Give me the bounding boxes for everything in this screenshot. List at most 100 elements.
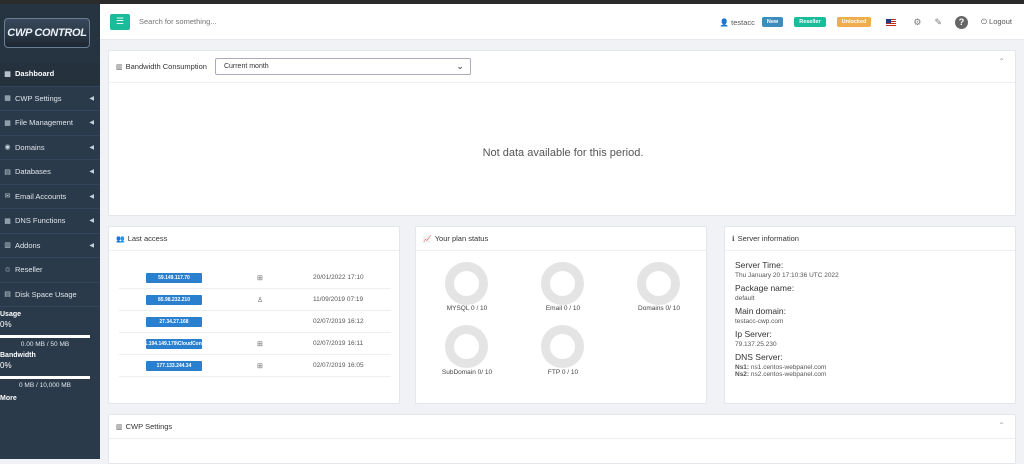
menu-toggle-button[interactable]: ☰ <box>110 13 130 30</box>
logo-badge: CWP CONTROL <box>4 18 90 48</box>
sidebar-item-databases[interactable]: ▤ Databases ◀ <box>0 160 100 185</box>
collapse-chevron-icon[interactable]: ⌃ <box>998 421 1005 430</box>
unlocked-badge[interactable]: Unlocked <box>836 17 872 27</box>
disk-usage: Usage 0% 0.00 MB / 50 MB Bandwidth 0% 0 … <box>0 311 100 402</box>
plan-status-panel: 📈 Your plan status MYSQL 0 / 10 Email 0 /… <box>415 226 707 404</box>
table-row: 27.34.27.168 02/07/2019 16:12 <box>119 311 391 333</box>
sidebar-item-label: Disk Space Usage <box>15 289 77 299</box>
panel-header: ▥ Bandwidth Consumption Current month ⌄ <box>109 51 1015 83</box>
bar-chart-icon: ▥ <box>116 423 123 431</box>
reseller-badge[interactable]: Reseller <box>794 17 826 27</box>
dns-icon: ▦ <box>4 217 11 225</box>
sidebar: CWP CONTROL ▦ Dashboard ▦ CWP Settings ◀ ▦ F… <box>0 4 100 459</box>
ns2-value: ns2.centos-webpanel.com <box>750 371 827 378</box>
ip-badge: 177.133.244.34 <box>146 360 202 371</box>
logout-link[interactable]: ⏻ Logout <box>981 17 1012 27</box>
period-select[interactable]: Current month ⌄ <box>214 58 471 75</box>
table-row: 177.133.244.34 ⊞ 02/07/2019 16:05 <box>119 355 391 377</box>
email-donut <box>541 262 584 305</box>
bandwidth-bar <box>0 376 90 379</box>
help-icon[interactable]: ? <box>955 15 969 29</box>
mysql-label: MYSQL 0 / 10 <box>446 305 488 312</box>
domains-donut <box>637 262 680 305</box>
sidebar-item-label: Domains <box>15 142 45 152</box>
more-link[interactable]: More <box>0 395 100 402</box>
server-info-panel: ℹ Server information Server Time: Thu Jan… <box>724 226 1016 404</box>
sidebar-item-disk-space-usage[interactable]: ▤ Disk Space Usage <box>0 283 100 307</box>
sidebar-item-dns-functions[interactable]: ▦ DNS Functions ◀ <box>0 209 100 234</box>
search-input[interactable] <box>139 17 389 26</box>
database-icon: ▤ <box>4 168 11 176</box>
disk-usage-percent: 0% <box>0 320 12 329</box>
caret-left-icon: ◀ <box>89 242 94 249</box>
dashboard-icon: ▦ <box>4 70 11 78</box>
hamburger-icon: ☰ <box>115 16 125 26</box>
info-icon: ℹ <box>732 235 735 243</box>
chevron-down-icon: ⌄ <box>456 61 464 71</box>
sidebar-item-label: DNS Functions <box>15 216 66 226</box>
table-row: 59.149.117.70 ⊞ 20/01/2022 17:10 <box>119 267 391 289</box>
sidebar-item-label: Reseller <box>15 265 43 275</box>
domains-label: Domains 0/ 10 <box>638 305 680 312</box>
logout-label: Logout <box>989 17 1012 26</box>
sidebar-item-label: Databases <box>15 167 51 177</box>
server-time-label: Server Time: <box>735 260 784 270</box>
bandwidth-value: 0 MB / 10,000 MB <box>18 382 72 389</box>
collapse-chevron-icon[interactable]: ⌃ <box>998 57 1005 66</box>
cwp-settings-panel: ▥ CWP Settings ⌃ <box>108 414 1016 464</box>
sidebar-item-label: Addons <box>15 240 41 250</box>
sidebar-item-email-accounts[interactable]: ✉ Email Accounts ◀ <box>0 185 100 209</box>
sidebar-item-label: File Management <box>15 118 73 128</box>
user-menu[interactable]: 👤 testacc <box>720 18 755 27</box>
bandwidth-title: Bandwidth <box>0 352 36 359</box>
sidebar-item-reseller[interactable]: ♲ Reseller <box>0 258 100 283</box>
subdomain-label: SubDomain 0/ 10 <box>441 369 493 376</box>
sidebar-item-file-management[interactable]: ▦ File Management ◀ <box>0 111 100 136</box>
sidebar-item-addons[interactable]: ▥ Addons ◀ <box>0 234 100 258</box>
period-value: Current month <box>223 63 269 70</box>
username: testacc <box>731 17 755 27</box>
disk-usage-bar <box>0 335 90 338</box>
ip-server: 79.137.25.230 <box>735 341 777 348</box>
brush-icon[interactable]: ✎ <box>934 17 942 28</box>
panel-title: Last access <box>127 234 168 243</box>
caret-left-icon: ◀ <box>89 193 94 200</box>
package-name: default <box>735 295 755 302</box>
sidebar-item-dashboard[interactable]: ▦ Dashboard <box>0 62 100 87</box>
sidebar-item-cwp-settings[interactable]: ▦ CWP Settings ◀ <box>0 87 100 111</box>
ip-badge: 27.34.27.168 <box>146 316 202 327</box>
gears-icon[interactable]: ⚙ <box>913 17 921 28</box>
table-row: 1.194.149.179\CloudCont ⊞ 02/07/2019 16:11 <box>119 333 391 355</box>
windows-icon: ⊞ <box>257 274 263 282</box>
table-row: 85.98.232.210 ♙ 11/09/2019 07:19 <box>119 289 391 311</box>
package-label: Package name: <box>735 283 795 293</box>
access-date: 20/01/2022 17:10 <box>313 274 364 281</box>
mysql-donut <box>445 262 488 305</box>
sidebar-item-label: Dashboard <box>15 69 55 79</box>
caret-left-icon: ◀ <box>89 169 94 176</box>
logo[interactable]: CWP CONTROL <box>0 4 100 62</box>
globe-icon: ◉ <box>4 144 11 152</box>
sidebar-item-domains[interactable]: ◉ Domains ◀ <box>0 136 100 160</box>
caret-left-icon: ◀ <box>89 218 94 225</box>
sidebar-nav: ▦ Dashboard ▦ CWP Settings ◀ ▦ File Manageme… <box>0 62 100 307</box>
bar-chart-icon: ▥ <box>116 63 123 71</box>
panel-title: Bandwidth Consumption <box>125 62 207 71</box>
power-icon: ⏻ <box>981 17 987 26</box>
us-flag-icon[interactable] <box>886 18 897 26</box>
disk-icon: ▤ <box>4 291 11 299</box>
server-info-body: Server Time: Thu January 20 17:10:36 UTC… <box>725 251 1015 387</box>
new-badge[interactable]: New <box>761 17 784 27</box>
ns2-label: Ns2: <box>735 371 750 378</box>
access-date: 02/07/2019 16:12 <box>313 318 364 325</box>
caret-left-icon: ◀ <box>89 144 94 151</box>
ip-badge: 59.149.117.70 <box>146 272 202 283</box>
linux-icon: ♙ <box>257 296 264 304</box>
users-icon: 👥 <box>116 235 125 243</box>
user-icon: 👤 <box>719 17 730 27</box>
access-date: 02/07/2019 16:11 <box>313 340 364 347</box>
bandwidth-percent: 0% <box>0 361 12 370</box>
subdomain-donut <box>445 325 488 368</box>
file-icon: ▦ <box>4 119 11 127</box>
ns2: Ns2: ns2.centos-webpanel.com <box>735 371 1005 378</box>
